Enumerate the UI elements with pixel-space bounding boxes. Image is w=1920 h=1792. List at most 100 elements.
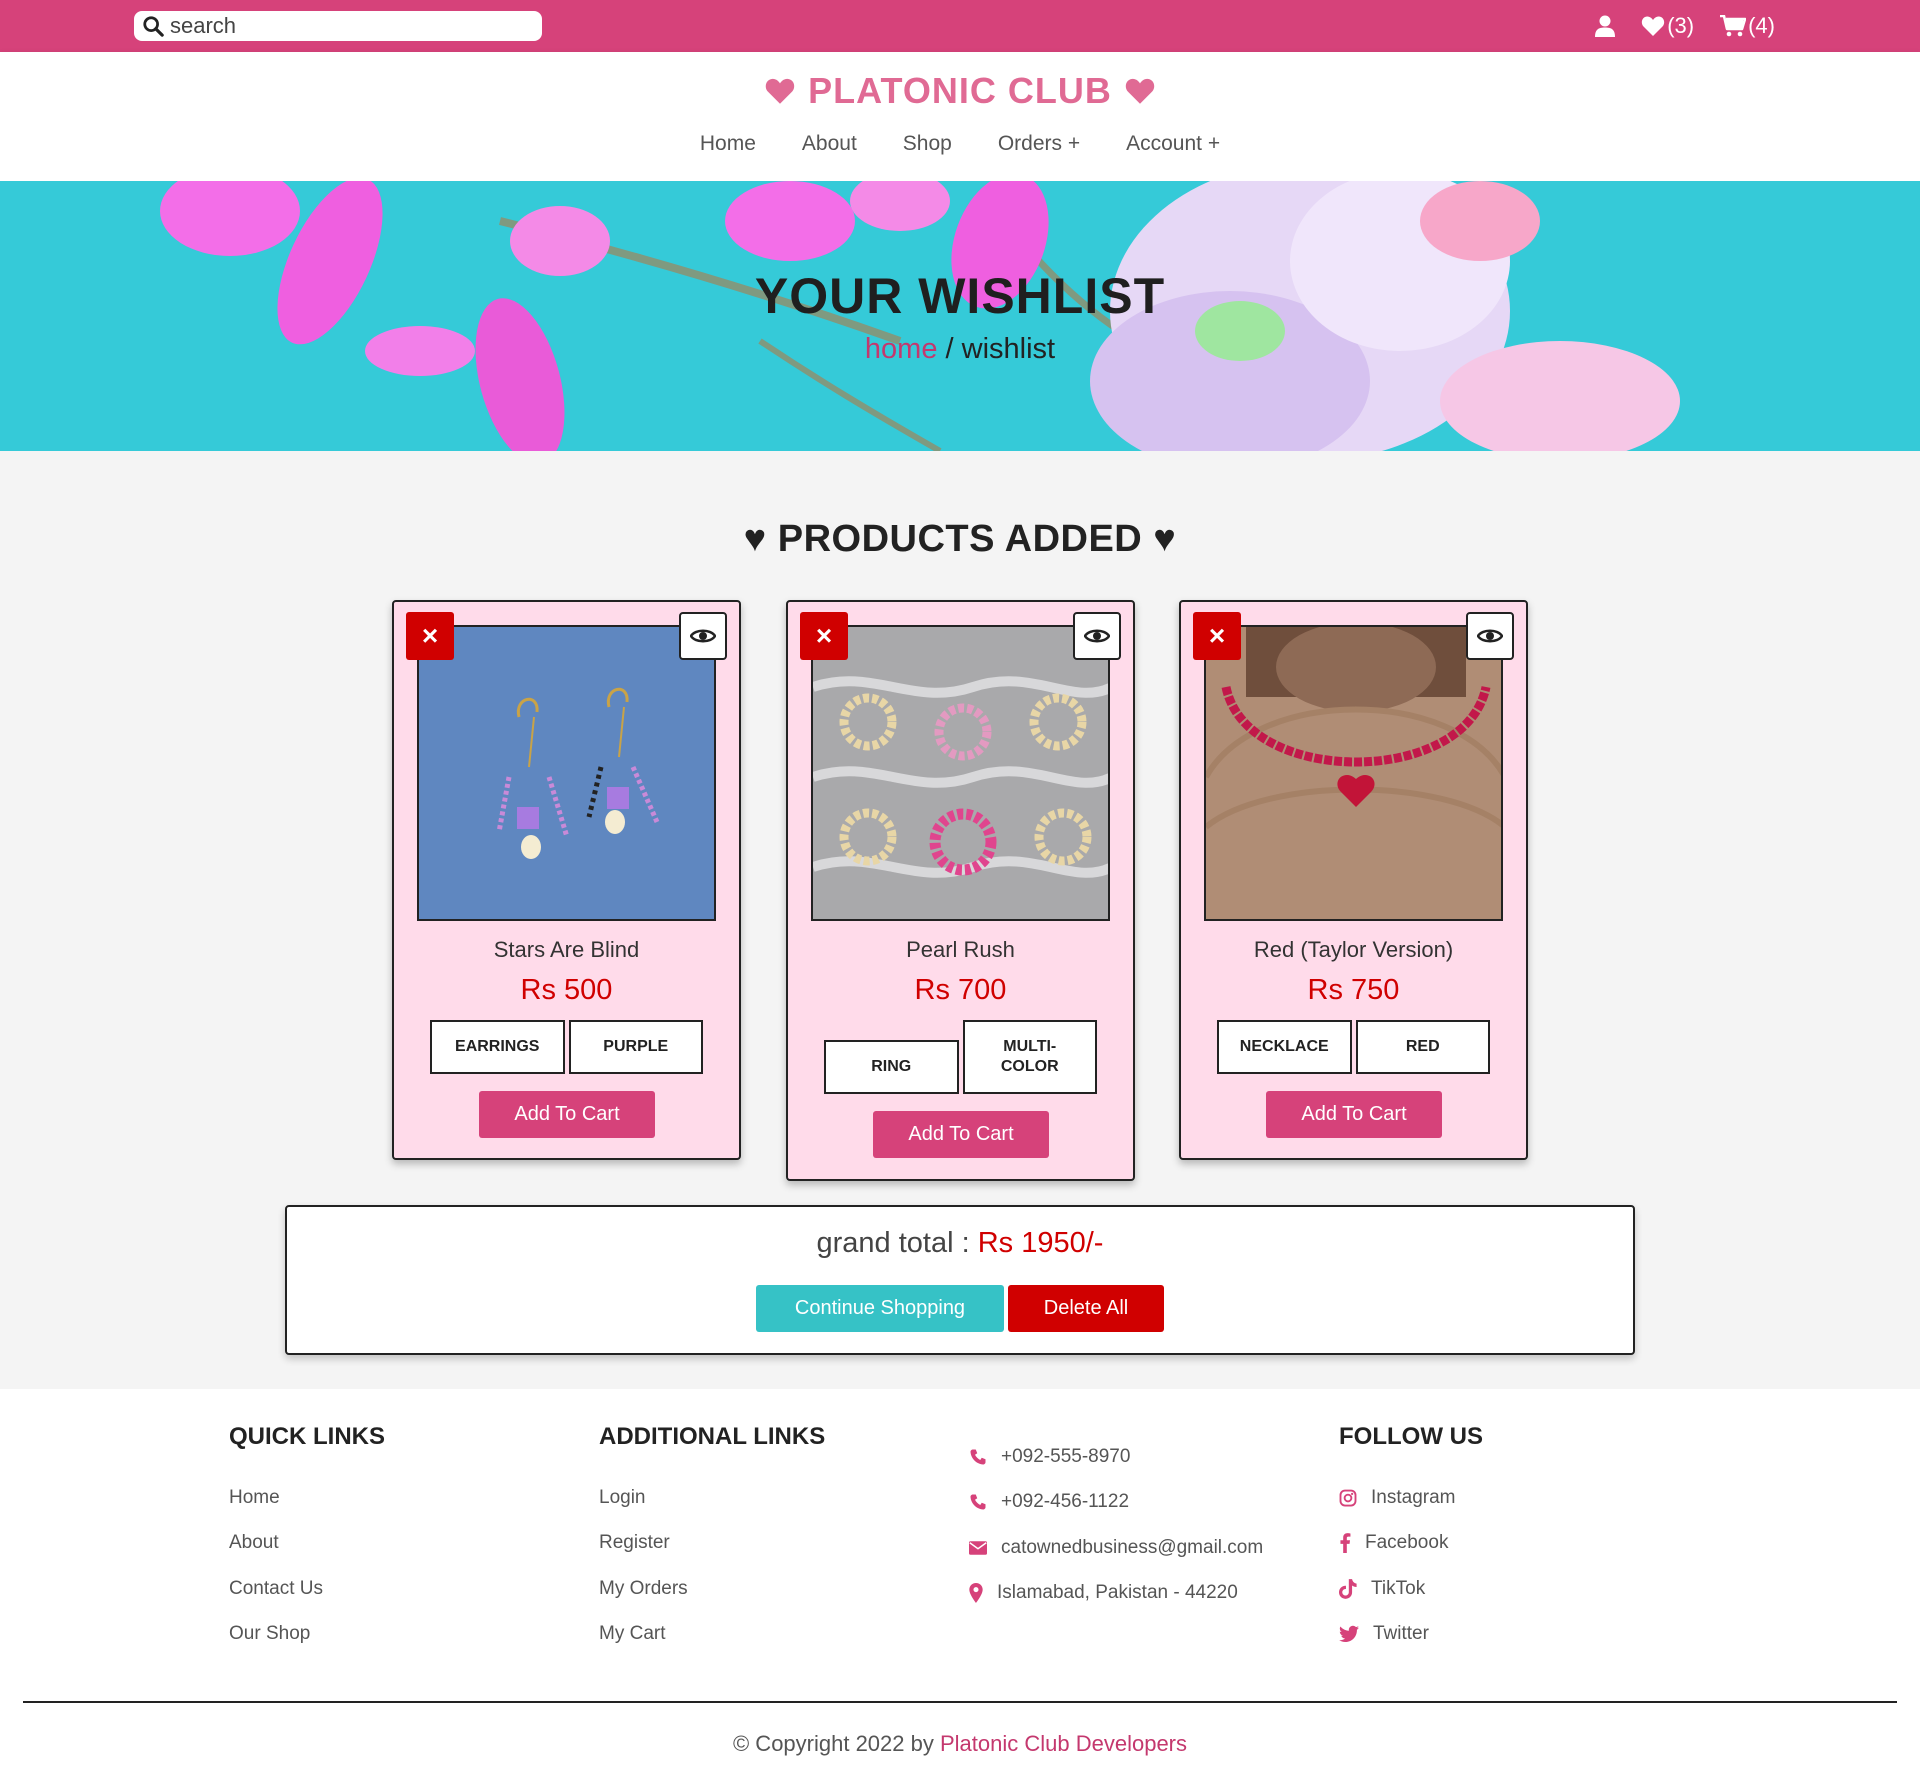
user-icon <box>1595 15 1616 37</box>
add-to-cart-button[interactable]: Add To Cart <box>1266 1091 1442 1138</box>
grand-total-amount: Rs 1950/- <box>977 1227 1104 1259</box>
social-tiktok[interactable]: TikTok <box>1339 1566 1483 1612</box>
social-twitter[interactable]: Twitter <box>1339 1612 1483 1658</box>
footer-link-shop[interactable]: Our Shop <box>229 1612 385 1658</box>
continue-shopping-button[interactable]: Continue Shopping <box>756 1285 1004 1332</box>
quick-view-button[interactable] <box>679 612 727 660</box>
tag-color[interactable]: PURPLE <box>568 1020 703 1074</box>
copyright-developer-link[interactable]: Platonic Club Developers <box>940 1731 1187 1756</box>
total-actions: Continue Shopping Delete All <box>287 1285 1633 1332</box>
footer-divider <box>23 1701 1897 1703</box>
close-icon: × <box>421 620 439 651</box>
tag-category[interactable]: NECKLACE <box>1217 1020 1352 1074</box>
eye-icon <box>1477 629 1503 643</box>
breadcrumb-separator: / <box>937 333 962 365</box>
contact-phone-2[interactable]: +092-456-1122 <box>969 1480 1263 1526</box>
product-name: Pearl Rush <box>906 937 1015 962</box>
remove-button[interactable]: × <box>1193 612 1241 660</box>
phone-icon <box>970 1449 986 1465</box>
remove-button[interactable]: × <box>406 612 454 660</box>
additional-links-column: ADDITIONAL LINKS Login Register My Order… <box>599 1423 825 1657</box>
quick-links-title: QUICK LINKS <box>229 1423 385 1450</box>
search-icon <box>143 16 164 37</box>
tag-category[interactable]: RING <box>824 1040 959 1094</box>
phone-icon <box>970 1494 986 1510</box>
footer-link-login[interactable]: Login <box>599 1475 825 1521</box>
tag-color[interactable]: RED <box>1355 1020 1490 1074</box>
cart-icon <box>1720 15 1747 37</box>
contact-phone-1[interactable]: +092-555-8970 <box>969 1434 1263 1480</box>
wishlist-card: × Pearl Rush Rs 700 RING MULTI- COLOR Ad… <box>786 600 1135 1181</box>
product-image-earrings[interactable] <box>417 625 716 921</box>
envelope-icon <box>969 1541 987 1555</box>
wishlist-card: × Red (Taylor Version) Rs 750 NECKLACE R… <box>1179 600 1528 1160</box>
nav-about[interactable]: About <box>802 132 857 156</box>
close-icon: × <box>1208 620 1226 651</box>
nav-home[interactable]: Home <box>700 132 756 156</box>
footer-link-my-cart[interactable]: My Cart <box>599 1612 825 1658</box>
breadcrumb: home / wishlist <box>0 333 1920 366</box>
product-image-necklace[interactable] <box>1204 625 1503 921</box>
cart-count: (4) <box>1748 13 1775 38</box>
follow-us-title: FOLLOW US <box>1339 1423 1483 1450</box>
search-input[interactable] <box>168 12 528 40</box>
add-to-cart-button[interactable]: Add To Cart <box>873 1111 1049 1158</box>
eye-icon <box>1084 629 1110 643</box>
footer-link-home[interactable]: Home <box>229 1475 385 1521</box>
tag-color[interactable]: MULTI- COLOR <box>962 1020 1097 1094</box>
grand-total-panel: grand total : Rs 1950/- Continue Shoppin… <box>285 1205 1635 1355</box>
product-name: Red (Taylor Version) <box>1253 937 1454 962</box>
footer-link-about[interactable]: About <box>229 1521 385 1567</box>
heart-icon <box>1642 16 1665 36</box>
grand-total: grand total : Rs 1950/- <box>287 1227 1633 1260</box>
product-tags: NECKLACE RED <box>1217 1020 1490 1074</box>
site-footer: QUICK LINKS Home About Contact Us Our Sh… <box>0 1389 1920 1792</box>
nav-account[interactable]: Account + <box>1126 132 1220 156</box>
quick-view-button[interactable] <box>1466 612 1514 660</box>
product-image-rings[interactable] <box>811 625 1110 921</box>
product-name: Stars Are Blind <box>493 937 640 962</box>
page-title: YOUR WISHLIST <box>754 268 1166 324</box>
user-button[interactable] <box>1595 15 1616 37</box>
close-icon: × <box>815 620 833 651</box>
contact-column: +092-555-8970 +092-456-1122 catownedbusi… <box>969 1434 1263 1616</box>
eye-icon <box>690 629 716 643</box>
add-to-cart-button[interactable]: Add To Cart <box>479 1091 655 1138</box>
product-price: Rs 750 <box>1307 974 1400 1006</box>
delete-all-button[interactable]: Delete All <box>1008 1285 1164 1332</box>
quick-links-column: QUICK LINKS Home About Contact Us Our Sh… <box>229 1423 385 1657</box>
remove-button[interactable]: × <box>800 612 848 660</box>
wishlist-count: (3) <box>1667 13 1695 38</box>
brand-name: PLATONIC CLUB <box>808 70 1112 111</box>
social-facebook[interactable]: Facebook <box>1339 1521 1483 1567</box>
copyright: © Copyright 2022 by Platonic Club Develo… <box>0 1731 1920 1757</box>
cart-button[interactable]: (4) <box>1720 13 1775 39</box>
nav-orders[interactable]: Orders + <box>998 132 1080 156</box>
tag-category[interactable]: EARRINGS <box>430 1020 565 1074</box>
footer-link-register[interactable]: Register <box>599 1521 825 1567</box>
contact-email[interactable]: catownedbusiness@gmail.com <box>969 1525 1263 1571</box>
footer-link-my-orders[interactable]: My Orders <box>599 1566 825 1612</box>
product-price: Rs 700 <box>914 974 1007 1006</box>
grand-total-label: grand total : <box>816 1227 978 1259</box>
nav-shop[interactable]: Shop <box>903 132 952 156</box>
facebook-icon <box>1340 1533 1351 1554</box>
site-header: PLATONIC CLUB Home About Shop Orders + A… <box>0 52 1920 181</box>
product-price: Rs 500 <box>520 974 613 1006</box>
search-box[interactable] <box>134 11 542 41</box>
map-marker-icon <box>969 1583 983 1604</box>
heart-icon <box>1125 78 1155 104</box>
products-section-title: ♥ PRODUCTS ADDED ♥ <box>743 518 1177 560</box>
logo[interactable]: PLATONIC CLUB <box>0 70 1920 112</box>
wishlist-button[interactable]: (3) <box>1641 13 1694 39</box>
tiktok-icon <box>1339 1578 1357 1599</box>
breadcrumb-home[interactable]: home <box>865 333 938 365</box>
additional-links-title: ADDITIONAL LINKS <box>599 1423 826 1450</box>
social-instagram[interactable]: Instagram <box>1339 1475 1483 1521</box>
follow-us-column: FOLLOW US Instagram Facebook TikTok Twit… <box>1339 1423 1483 1657</box>
instagram-icon <box>1339 1489 1357 1507</box>
hero-banner: YOUR WISHLIST home / wishlist <box>0 181 1920 451</box>
footer-link-contact[interactable]: Contact Us <box>229 1566 385 1612</box>
top-bar: (3) (4) <box>0 0 1920 52</box>
quick-view-button[interactable] <box>1073 612 1121 660</box>
